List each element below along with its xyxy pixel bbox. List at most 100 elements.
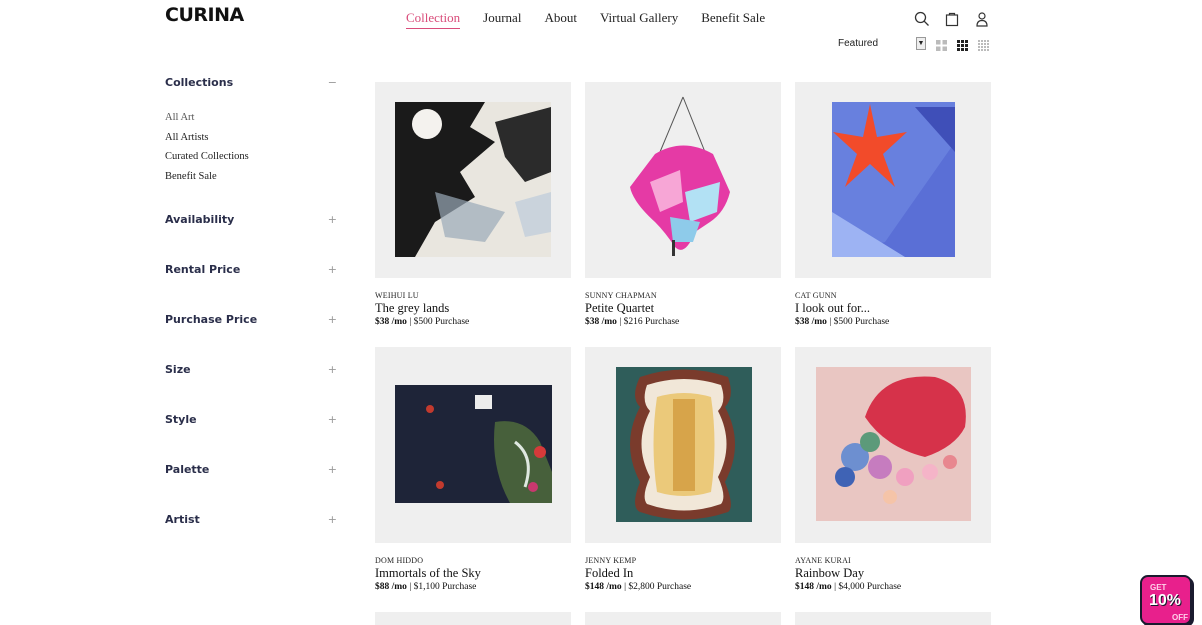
product-image[interactable]	[795, 82, 991, 278]
expand-icon[interactable]: +	[328, 363, 337, 379]
purchase-price: | $216 Purchase	[616, 317, 680, 327]
product-price: $148 /mo | $4,000 Purchase	[795, 582, 991, 592]
sort-select[interactable]: Featured ▼	[838, 37, 928, 52]
filter-label: Availability	[165, 212, 235, 226]
product-image[interactable]	[375, 82, 571, 278]
filter-label: Palette	[165, 462, 210, 476]
expand-icon[interactable]: +	[328, 313, 337, 329]
bag-icon[interactable]	[944, 11, 960, 27]
collection-link-curated[interactable]: Curated Collections	[165, 151, 337, 171]
product-price: $88 /mo | $1,100 Purchase	[375, 582, 571, 592]
filter-header-collections[interactable]: Collections −	[165, 76, 337, 92]
filter-label: Collections	[165, 76, 234, 89]
logo[interactable]: CURINA	[165, 4, 244, 26]
chevron-down-icon[interactable]: ▼	[916, 37, 926, 50]
collection-link-all-artists[interactable]: All Artists	[165, 132, 337, 152]
product-artist[interactable]: AYANE KURAI	[795, 556, 991, 565]
nav-virtual-gallery[interactable]: Virtual Gallery	[600, 10, 678, 29]
product-card[interactable]: DOM HIDDO Immortals of the Sky $88 /mo |…	[375, 347, 571, 592]
product-card[interactable]: WEIHUI LU The grey lands $38 /mo | $500 …	[375, 82, 571, 327]
purchase-price: | $2,800 Purchase	[621, 582, 692, 592]
rental-price: $38 /mo	[375, 317, 407, 327]
rental-price: $148 /mo	[795, 582, 832, 592]
search-icon[interactable]	[914, 11, 930, 27]
product-price: $38 /mo | $216 Purchase	[585, 317, 781, 327]
view-toggles	[936, 38, 989, 51]
nav-benefit-sale[interactable]: Benefit Sale	[701, 10, 765, 29]
product-title[interactable]: Rainbow Day	[795, 566, 991, 581]
product-card[interactable]	[795, 612, 991, 625]
collapse-icon[interactable]: −	[328, 76, 337, 92]
expand-icon[interactable]: +	[328, 463, 337, 479]
product-title[interactable]: I look out for...	[795, 301, 991, 316]
product-card[interactable]: CAT GUNN I look out for... $38 /mo | $50…	[795, 82, 991, 327]
main-nav: Collection Journal About Virtual Gallery…	[406, 10, 788, 29]
filter-group-purchase-price[interactable]: Purchase Price +	[165, 313, 337, 329]
filter-group-size[interactable]: Size +	[165, 363, 337, 379]
filter-label: Size	[165, 362, 191, 376]
product-image[interactable]	[375, 612, 571, 625]
product-artist[interactable]: JENNY KEMP	[585, 556, 781, 565]
expand-icon[interactable]: +	[328, 513, 337, 529]
product-price: $38 /mo | $500 Purchase	[795, 317, 991, 327]
product-image[interactable]	[795, 347, 991, 543]
badge-line3: OFF	[1172, 613, 1188, 622]
expand-icon[interactable]: +	[328, 413, 337, 429]
rental-price: $88 /mo	[375, 582, 407, 592]
discount-badge[interactable]: GET 10% OFF	[1140, 575, 1192, 625]
collection-link-all-art[interactable]: All Art	[165, 112, 337, 132]
header-icons	[914, 11, 990, 27]
product-artist[interactable]: DOM HIDDO	[375, 556, 571, 565]
expand-icon[interactable]: +	[328, 263, 337, 279]
product-price: $148 /mo | $2,800 Purchase	[585, 582, 781, 592]
filter-group-rental-price[interactable]: Rental Price +	[165, 263, 337, 279]
nav-collection[interactable]: Collection	[406, 10, 461, 29]
product-card[interactable]: JENNY KEMP Folded In $148 /mo | $2,800 P…	[585, 347, 781, 592]
product-title[interactable]: Immortals of the Sky	[375, 566, 571, 581]
product-card[interactable]: AYANE KURAI Rainbow Day $148 /mo | $4,00…	[795, 347, 991, 592]
product-card[interactable]	[585, 612, 781, 625]
product-card[interactable]	[375, 612, 571, 625]
filter-label: Style	[165, 412, 197, 426]
nav-journal[interactable]: Journal	[483, 10, 521, 29]
filter-group-palette[interactable]: Palette +	[165, 463, 337, 479]
product-title[interactable]: Petite Quartet	[585, 301, 781, 316]
product-title[interactable]: Folded In	[585, 566, 781, 581]
filter-group-style[interactable]: Style +	[165, 413, 337, 429]
grid-3-icon[interactable]	[957, 38, 968, 51]
rental-price: $38 /mo	[585, 317, 617, 327]
sort-selected-value: Featured	[838, 38, 879, 49]
filter-group-artist[interactable]: Artist +	[165, 513, 337, 529]
filter-label: Purchase Price	[165, 312, 258, 326]
grid-4-icon[interactable]	[978, 38, 989, 51]
collections-list: All Art All Artists Curated Collections …	[165, 112, 337, 191]
collection-link-benefit-sale[interactable]: Benefit Sale	[165, 171, 337, 191]
badge-line2: 10%	[1149, 592, 1182, 609]
filter-sidebar: Collections − All Art All Artists Curate…	[165, 76, 337, 563]
filter-label: Artist	[165, 512, 200, 526]
filter-group-availability[interactable]: Availability +	[165, 213, 337, 229]
filter-group-collections: Collections − All Art All Artists Curate…	[165, 76, 337, 191]
product-artist[interactable]: SUNNY CHAPMAN	[585, 291, 781, 300]
product-image[interactable]	[585, 612, 781, 625]
product-price: $38 /mo | $500 Purchase	[375, 317, 571, 327]
rental-price: $148 /mo	[585, 582, 622, 592]
product-image[interactable]	[585, 82, 781, 278]
product-image[interactable]	[585, 347, 781, 543]
grid-2-icon[interactable]	[936, 38, 947, 51]
purchase-price: | $500 Purchase	[406, 317, 470, 327]
user-icon[interactable]	[974, 11, 990, 27]
product-title[interactable]: The grey lands	[375, 301, 571, 316]
nav-about[interactable]: About	[544, 10, 577, 29]
purchase-price: | $4,000 Purchase	[831, 582, 902, 592]
badge-line1: GET	[1150, 583, 1167, 592]
product-artist[interactable]: CAT GUNN	[795, 291, 991, 300]
rental-price: $38 /mo	[795, 317, 827, 327]
product-card[interactable]: SUNNY CHAPMAN Petite Quartet $38 /mo | $…	[585, 82, 781, 327]
product-artist[interactable]: WEIHUI LU	[375, 291, 571, 300]
product-image[interactable]	[375, 347, 571, 543]
product-image[interactable]	[795, 612, 991, 625]
purchase-price: | $1,100 Purchase	[406, 582, 477, 592]
expand-icon[interactable]: +	[328, 213, 337, 229]
purchase-price: | $500 Purchase	[826, 317, 890, 327]
